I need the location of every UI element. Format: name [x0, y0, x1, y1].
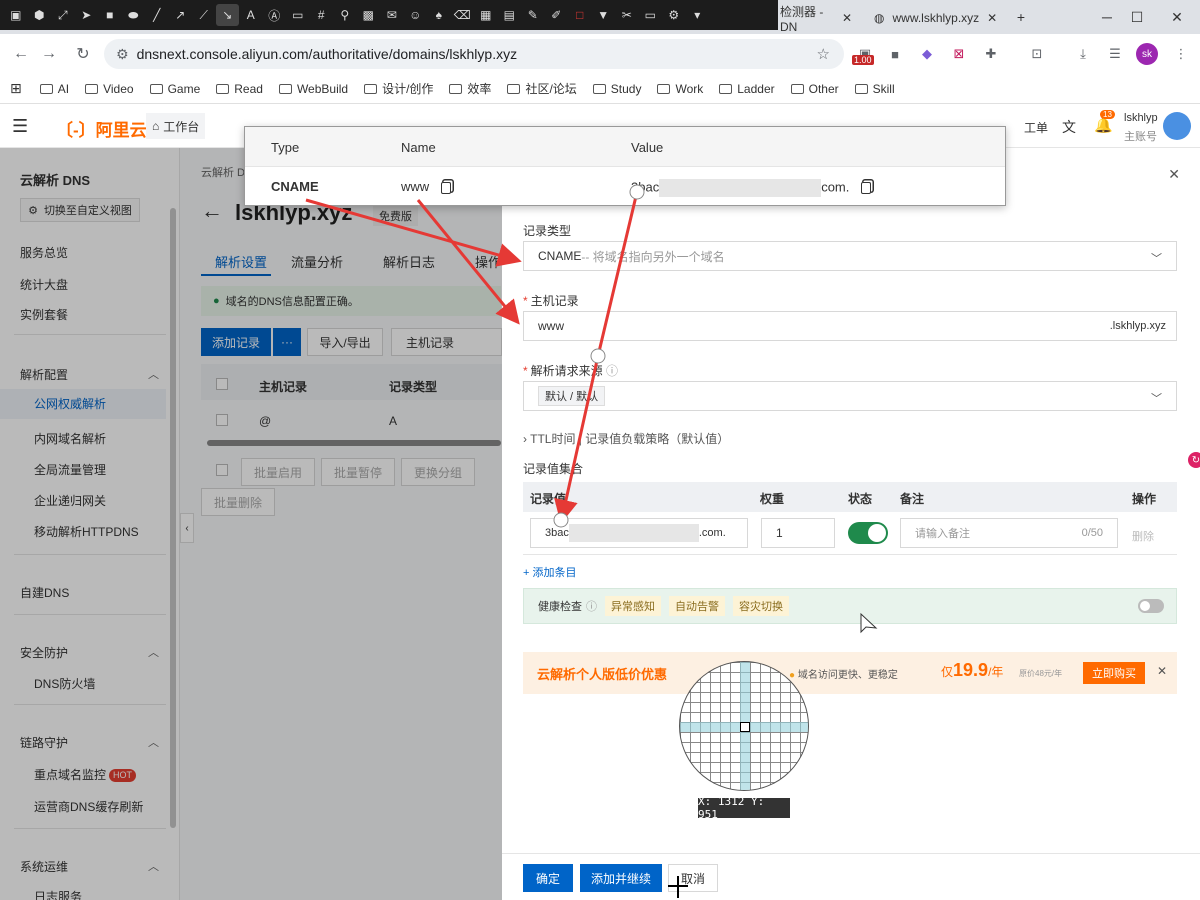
arrow-handle[interactable] — [553, 512, 569, 528]
coordinate-readout: X: 1312 Y: 951 — [698, 795, 790, 821]
mouse-cursor-icon — [860, 612, 878, 634]
arrow-type-to-record-type — [305, 198, 522, 267]
arrow-name-to-host — [416, 199, 520, 325]
annotation-arrows — [305, 184, 878, 898]
arrow-handle[interactable] — [629, 184, 645, 200]
magnifier-lens — [679, 661, 809, 791]
arrow-handle[interactable] — [590, 348, 606, 364]
crosshair-cursor-icon — [668, 876, 688, 898]
crosshair-center — [740, 722, 750, 732]
